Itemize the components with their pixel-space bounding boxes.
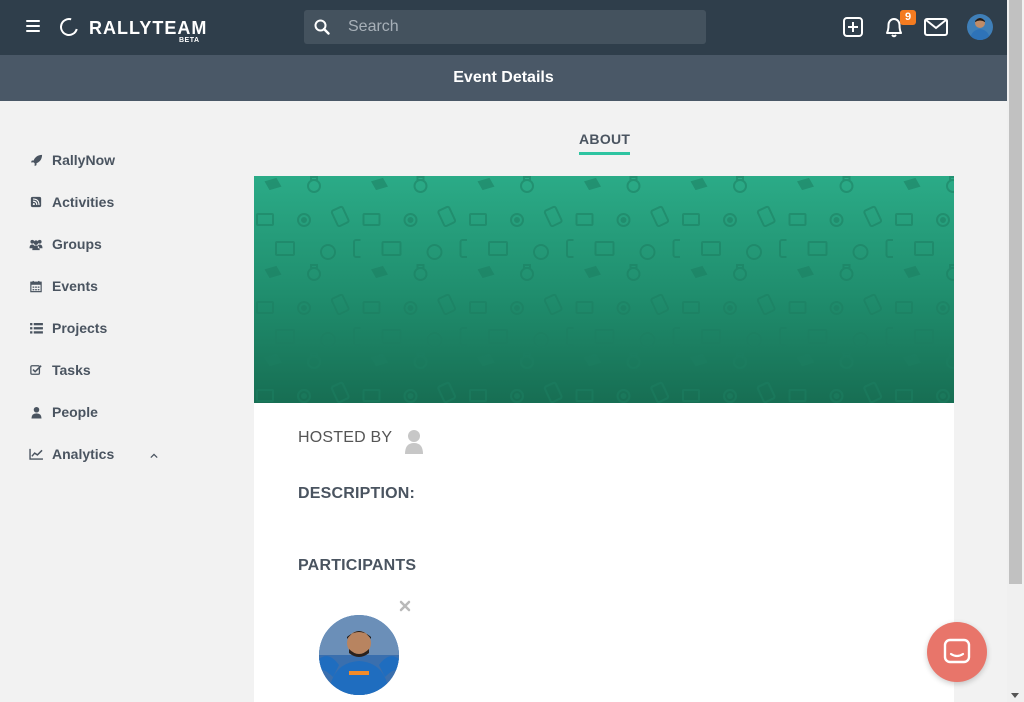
search-icon [314,19,330,35]
description-label: DESCRIPTION: [298,485,416,502]
app-logo[interactable]: RALLYTEAM BETA [56,14,220,46]
sidebar-item-groups[interactable]: Groups [28,234,102,254]
sidebar-item-people[interactable]: People [28,402,98,422]
chevron-up-icon[interactable] [150,452,158,460]
sidebar-item-label: RallyNow [52,152,116,168]
chat-launcher-button[interactable] [927,622,987,682]
user-icon [28,405,44,419]
rss-icon [28,195,44,209]
sidebar-item-label: Projects [52,320,108,336]
sidebar-item-label: People [52,404,98,420]
event-banner [254,176,954,403]
add-icon[interactable] [840,14,866,40]
line-chart-icon [28,447,44,461]
notification-badge: 9 [900,10,916,25]
search-box[interactable] [304,10,706,44]
sidebar-item-label: Events [52,278,98,294]
top-navbar: RALLYTEAM BETA 9 [0,0,1007,55]
tab-about[interactable]: ABOUT [579,131,631,155]
users-icon [28,237,44,251]
page-title: Event Details [453,69,554,86]
page-scrollbar[interactable] [1007,0,1024,702]
sidebar-item-tasks[interactable]: Tasks [28,360,91,380]
sidebar-item-events[interactable]: Events [28,276,98,296]
participant-avatar[interactable] [319,615,399,695]
hamburger-menu-icon[interactable] [26,20,40,34]
chat-icon [943,638,971,664]
remove-participant-icon[interactable] [399,600,411,612]
hosted-by-label: HOSTED BY [298,429,393,446]
sidebar-item-analytics[interactable]: Analytics [28,444,114,464]
sidebar-item-label: Analytics [52,446,115,462]
page-header: Event Details [0,55,1007,101]
event-card: HOSTED BY DESCRIPTION: PARTICIPANTS [254,176,954,702]
search-input[interactable] [348,10,698,44]
banner-pattern [254,176,954,403]
scrollbar-thumb[interactable] [1009,0,1022,584]
host-avatar-placeholder-icon[interactable] [401,426,427,454]
sidebar-item-projects[interactable]: Projects [28,318,107,338]
scroll-down-arrow-icon[interactable] [1011,693,1019,698]
user-avatar[interactable] [967,14,993,40]
mail-icon[interactable] [923,14,949,40]
logo-beta-label: BETA [179,37,200,44]
sidebar-item-activities[interactable]: Activities [28,192,114,212]
checkbox-icon [28,363,44,377]
rocket-icon [28,153,44,167]
sidebar-item-label: Tasks [52,362,91,378]
sidebar-item-label: Activities [52,194,115,210]
list-icon [28,321,44,335]
sidebar-item-label: Groups [52,236,102,252]
logo-text: RALLYTEAM [89,18,208,38]
participants-label: PARTICIPANTS [298,557,417,574]
sidebar-item-rallynow[interactable]: RallyNow [28,150,115,170]
calendar-icon [28,279,44,293]
logo-ring-icon [56,14,82,40]
